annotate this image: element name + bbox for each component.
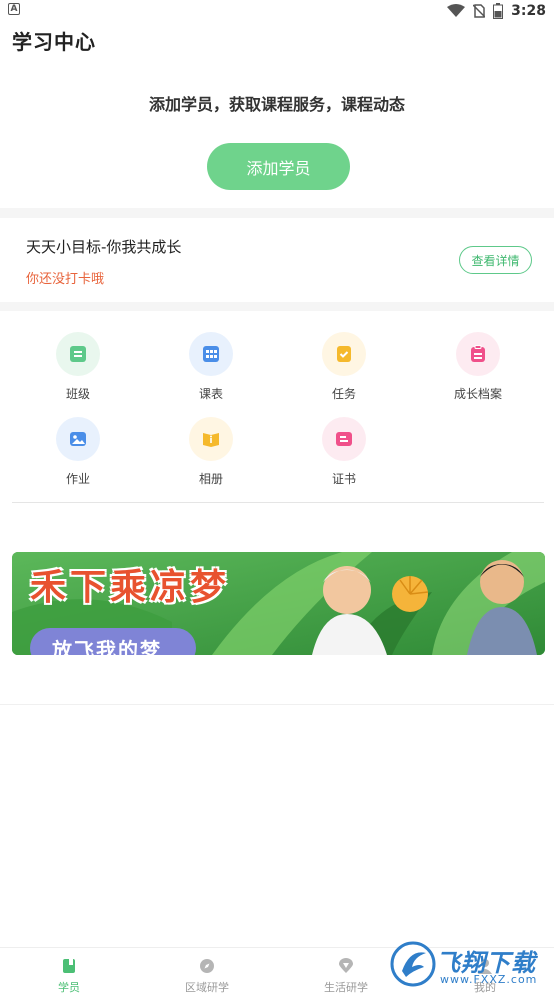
- grid-item-homework[interactable]: 作业: [28, 417, 128, 487]
- location-icon: [339, 958, 353, 973]
- goal-title: 天天小目标-你我共成长: [26, 238, 182, 256]
- banner-tag: 放飞我的梦: [30, 628, 196, 655]
- grid-item-certificate[interactable]: 证书: [294, 417, 394, 487]
- status-bar: A 3:28: [0, 0, 554, 22]
- section-divider: [0, 302, 554, 311]
- promo-banner[interactable]: 禾下乘凉梦 放飞我的梦: [12, 552, 545, 655]
- no-sim-icon: [473, 4, 486, 18]
- class-icon: [56, 332, 100, 376]
- wifi-icon: [447, 4, 466, 17]
- grid-item-schedule[interactable]: 课表: [161, 332, 261, 402]
- grid-label: 作业: [65, 472, 90, 486]
- nav-label: 区域研学: [185, 981, 229, 994]
- grid-item-class[interactable]: 班级: [28, 332, 128, 402]
- grid-label: 证书: [331, 472, 356, 486]
- grid-divider: [12, 502, 544, 503]
- battery-icon: [493, 3, 504, 19]
- compass-icon: [200, 959, 214, 973]
- add-student-promo: 添加学员，获取课程服务，课程动态: [148, 95, 405, 114]
- add-student-button[interactable]: 添加学员: [207, 143, 350, 190]
- grid-item-growth-record[interactable]: 成长档案: [428, 332, 528, 402]
- nav-item-regional-study[interactable]: 区域研学: [138, 948, 276, 999]
- task-icon: [322, 332, 366, 376]
- grid-label: 课表: [198, 387, 223, 401]
- homework-icon: [56, 417, 100, 461]
- watermark-url: www.FXXZ.com: [440, 973, 538, 986]
- notification-badge-icon: A: [8, 3, 20, 15]
- grid-label: 相册: [198, 472, 223, 486]
- nav-label: 学员: [58, 981, 80, 994]
- page-title: 学习中心: [12, 30, 96, 54]
- grid-item-album[interactable]: 相册: [161, 417, 261, 487]
- view-details-button[interactable]: 查看详情: [459, 246, 532, 274]
- nav-item-student[interactable]: 学员: [0, 948, 138, 999]
- grid-item-task[interactable]: 任务: [294, 332, 394, 402]
- certificate-icon: [322, 417, 366, 461]
- grid-label: 班级: [65, 387, 90, 401]
- grid-label: 成长档案: [453, 387, 502, 401]
- nav-label: 生活研学: [324, 981, 368, 994]
- banner-title: 禾下乘凉梦: [30, 567, 231, 608]
- content-divider: [0, 704, 554, 705]
- watermark-logo-icon: [390, 941, 436, 987]
- growth-record-icon: [456, 332, 500, 376]
- student-icon: [63, 959, 75, 973]
- site-watermark: 飞翔下载 www.FXXZ.com: [388, 937, 554, 999]
- section-divider: [0, 208, 554, 218]
- album-icon: [189, 417, 233, 461]
- clock: 3:28: [511, 3, 546, 19]
- grid-label: 任务: [331, 387, 356, 401]
- goal-checkin-status: 你还没打卡哦: [26, 272, 105, 287]
- schedule-icon: [189, 332, 233, 376]
- status-icons: 3:28: [447, 2, 546, 20]
